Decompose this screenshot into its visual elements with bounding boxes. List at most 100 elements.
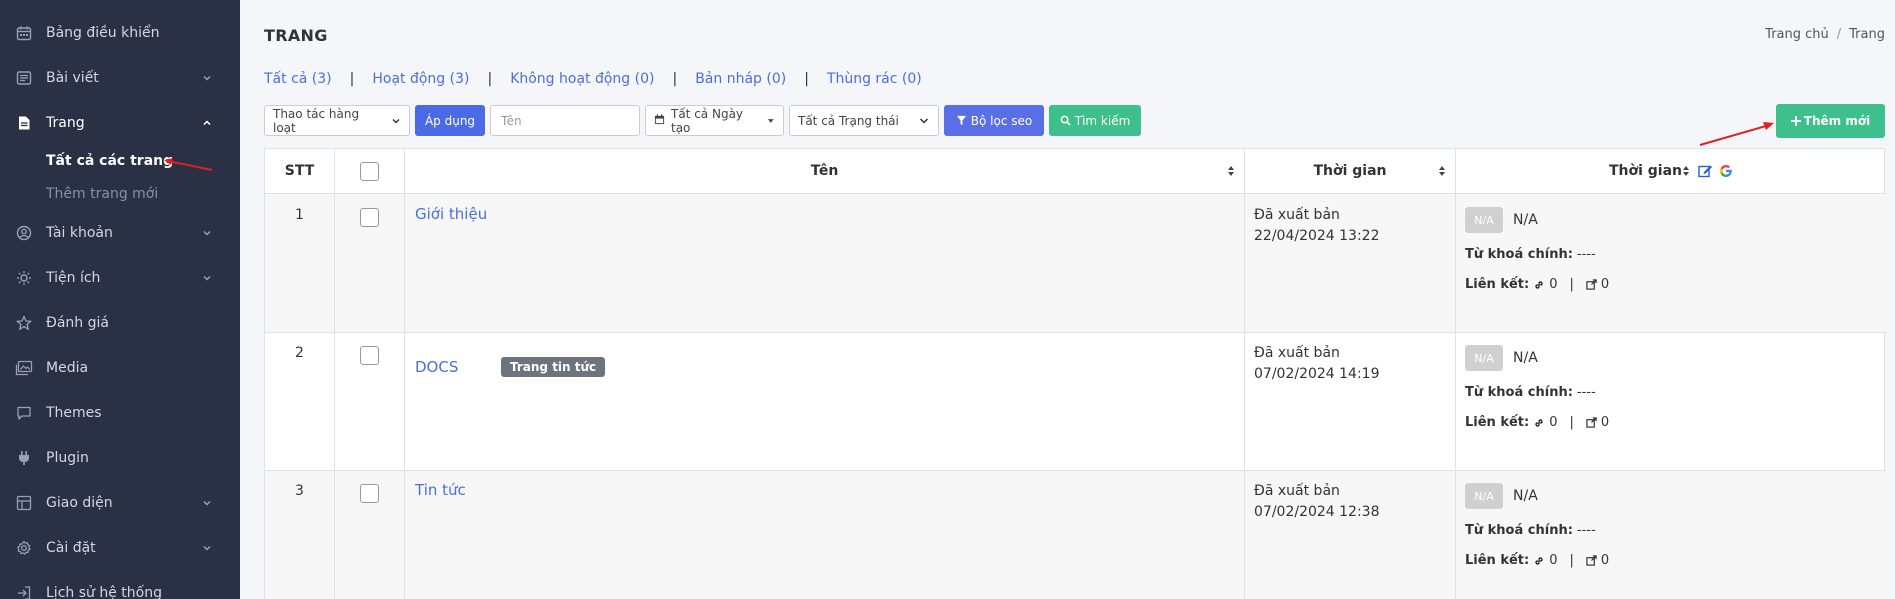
filter-trash[interactable]: Thùng rác (0) [827,71,922,87]
row-status: Đã xuất bản [1254,207,1340,223]
keyword-value: ---- [1576,385,1596,400]
header-time[interactable]: Thời gian [1245,149,1455,194]
add-new-label: Thêm mới [1803,114,1871,128]
link-icon [1535,280,1543,289]
sidebar-item-label: Trang [46,115,85,131]
select-all-checkbox[interactable] [360,161,379,181]
filter-icon [956,115,966,126]
sidebar-item-label: Giao diện [46,495,113,511]
link-icon [1535,556,1543,565]
row-name-link[interactable]: Tin tức [415,481,466,499]
calendar-icon [14,23,34,43]
sidebar-item-accounts[interactable]: Tài khoản [0,213,240,253]
sort-icon[interactable] [1682,165,1690,177]
row-checkbox[interactable] [360,208,379,227]
row-checkbox[interactable] [360,484,379,503]
page-title: TRANG [264,26,328,45]
signin-icon [14,583,34,599]
header-name[interactable]: Tên [405,149,1244,194]
plug-icon [14,448,34,468]
bulk-action-select[interactable]: Thao tác hàng loạt [264,105,410,136]
sort-icon[interactable] [1227,165,1235,177]
sidebar-item-reviews[interactable]: Đánh giá [0,303,240,343]
filter-separator: | [804,71,809,87]
plus-icon [1790,116,1801,126]
file-icon [14,113,34,133]
links-separator: | [1569,277,1574,292]
keyword-label: Từ khoá chính: [1465,247,1573,262]
search-button[interactable]: Tìm kiếm [1049,105,1141,136]
filter-draft[interactable]: Bản nháp (0) [695,71,786,87]
sidebar-item-posts[interactable]: Bài viết [0,58,240,98]
filter-separator: | [487,71,493,87]
toolbar: Thao tác hàng loạt Áp dụng Tên Tất cả Ng… [264,105,1141,136]
sidebar-item-label: Lịch sử hệ thống [46,585,162,599]
calendar-icon [654,113,665,128]
name-search-input[interactable]: Tên [490,105,640,136]
google-icon[interactable] [1719,164,1733,178]
sidebar-item-dashboard[interactable]: Bảng điều khiển [0,13,240,53]
seo-score-badge: N/A [1465,207,1503,233]
column-divider [1455,149,1456,599]
breadcrumb: Trang chủ / Trang [1765,27,1885,42]
chevron-down-icon [392,118,400,123]
breadcrumb-current: Trang [1849,27,1885,42]
sidebar-item-plugin[interactable]: Plugin [0,438,240,478]
filter-inactive[interactable]: Không hoạt động (0) [510,71,654,87]
main-content: TRANG Trang chủ / Trang Tất cả (3) | Hoạ… [240,0,1895,599]
header-name-label: Tên [810,163,839,179]
sidebar-item-media[interactable]: Media [0,348,240,388]
header-stt: STT [265,149,334,194]
sidebar: Bảng điều khiển Bài viết Trang Tất cả cá… [0,0,240,599]
column-divider [334,149,335,599]
row-divider [265,470,1886,471]
row-status: Đã xuất bản [1254,345,1340,361]
sidebar-item-appearance[interactable]: Giao diện [0,483,240,523]
add-new-button[interactable]: Thêm mới [1776,104,1885,138]
row-date: 07/02/2024 12:38 [1254,504,1380,520]
row-checkbox[interactable] [360,346,379,365]
sidebar-item-settings[interactable]: Cài đặt [0,528,240,568]
breadcrumb-home[interactable]: Trang chủ [1765,27,1829,42]
search-icon [1060,115,1071,126]
status-filter-select[interactable]: Tất cả Trạng thái [789,105,939,136]
apply-button[interactable]: Áp dụng [415,105,485,136]
sort-icon[interactable] [1438,165,1446,177]
row-divider [265,332,1886,333]
keyword-label: Từ khoá chính: [1465,385,1573,400]
annotation-arrow-icon [164,158,213,171]
sidebar-item-label: Bảng điều khiển [46,25,160,41]
sidebar-item-label: Themes [46,405,102,421]
chevron-down-icon [200,271,214,285]
sidebar-item-system-history[interactable]: Lịch sử hệ thống [0,573,240,599]
article-icon [14,68,34,88]
column-divider [1244,149,1245,599]
seo-filter-button[interactable]: Bộ lọc seo [944,105,1044,136]
sidebar-item-label: Plugin [46,450,89,466]
edit-icon[interactable] [1698,164,1713,178]
filter-active[interactable]: Hoạt động (3) [372,71,469,87]
sidebar-subitem-add-page[interactable]: Thêm trang mới [46,186,158,202]
date-filter-select[interactable]: Tất cả Ngày tạo [645,105,784,136]
sidebar-item-pages[interactable]: Trang [0,103,240,143]
header-time-label: Thời gian [1313,163,1387,179]
filter-all[interactable]: Tất cả (3) [264,71,332,87]
internal-links-count: 0 [1549,553,1558,568]
sidebar-item-themes[interactable]: Themes [0,393,240,433]
sidebar-item-label: Tài khoản [46,225,113,241]
external-links-count: 0 [1600,415,1610,430]
sidebar-item-utilities[interactable]: Tiện ích [0,258,240,298]
chevron-up-icon [200,116,214,130]
sidebar-item-label: Cài đặt [46,540,96,556]
chevron-down-icon [919,117,929,124]
links-label: Liên kết: [1465,553,1530,568]
sidebar-subitem-all-pages[interactable]: Tất cả các trang [46,153,173,169]
header-seo-time-label: Thời gian [1608,163,1683,179]
internal-links-count: 0 [1549,277,1558,292]
header-seo-time[interactable]: Thời gian [1456,149,1886,194]
row-status-date: Đã xuất bản 07/02/2024 12:38 [1254,481,1380,523]
links-label: Liên kết: [1465,415,1530,430]
seo-score-badge: N/A [1465,483,1503,509]
row-name-link[interactable]: Giới thiệu [415,205,487,223]
row-name-link[interactable]: DOCS [415,358,458,376]
